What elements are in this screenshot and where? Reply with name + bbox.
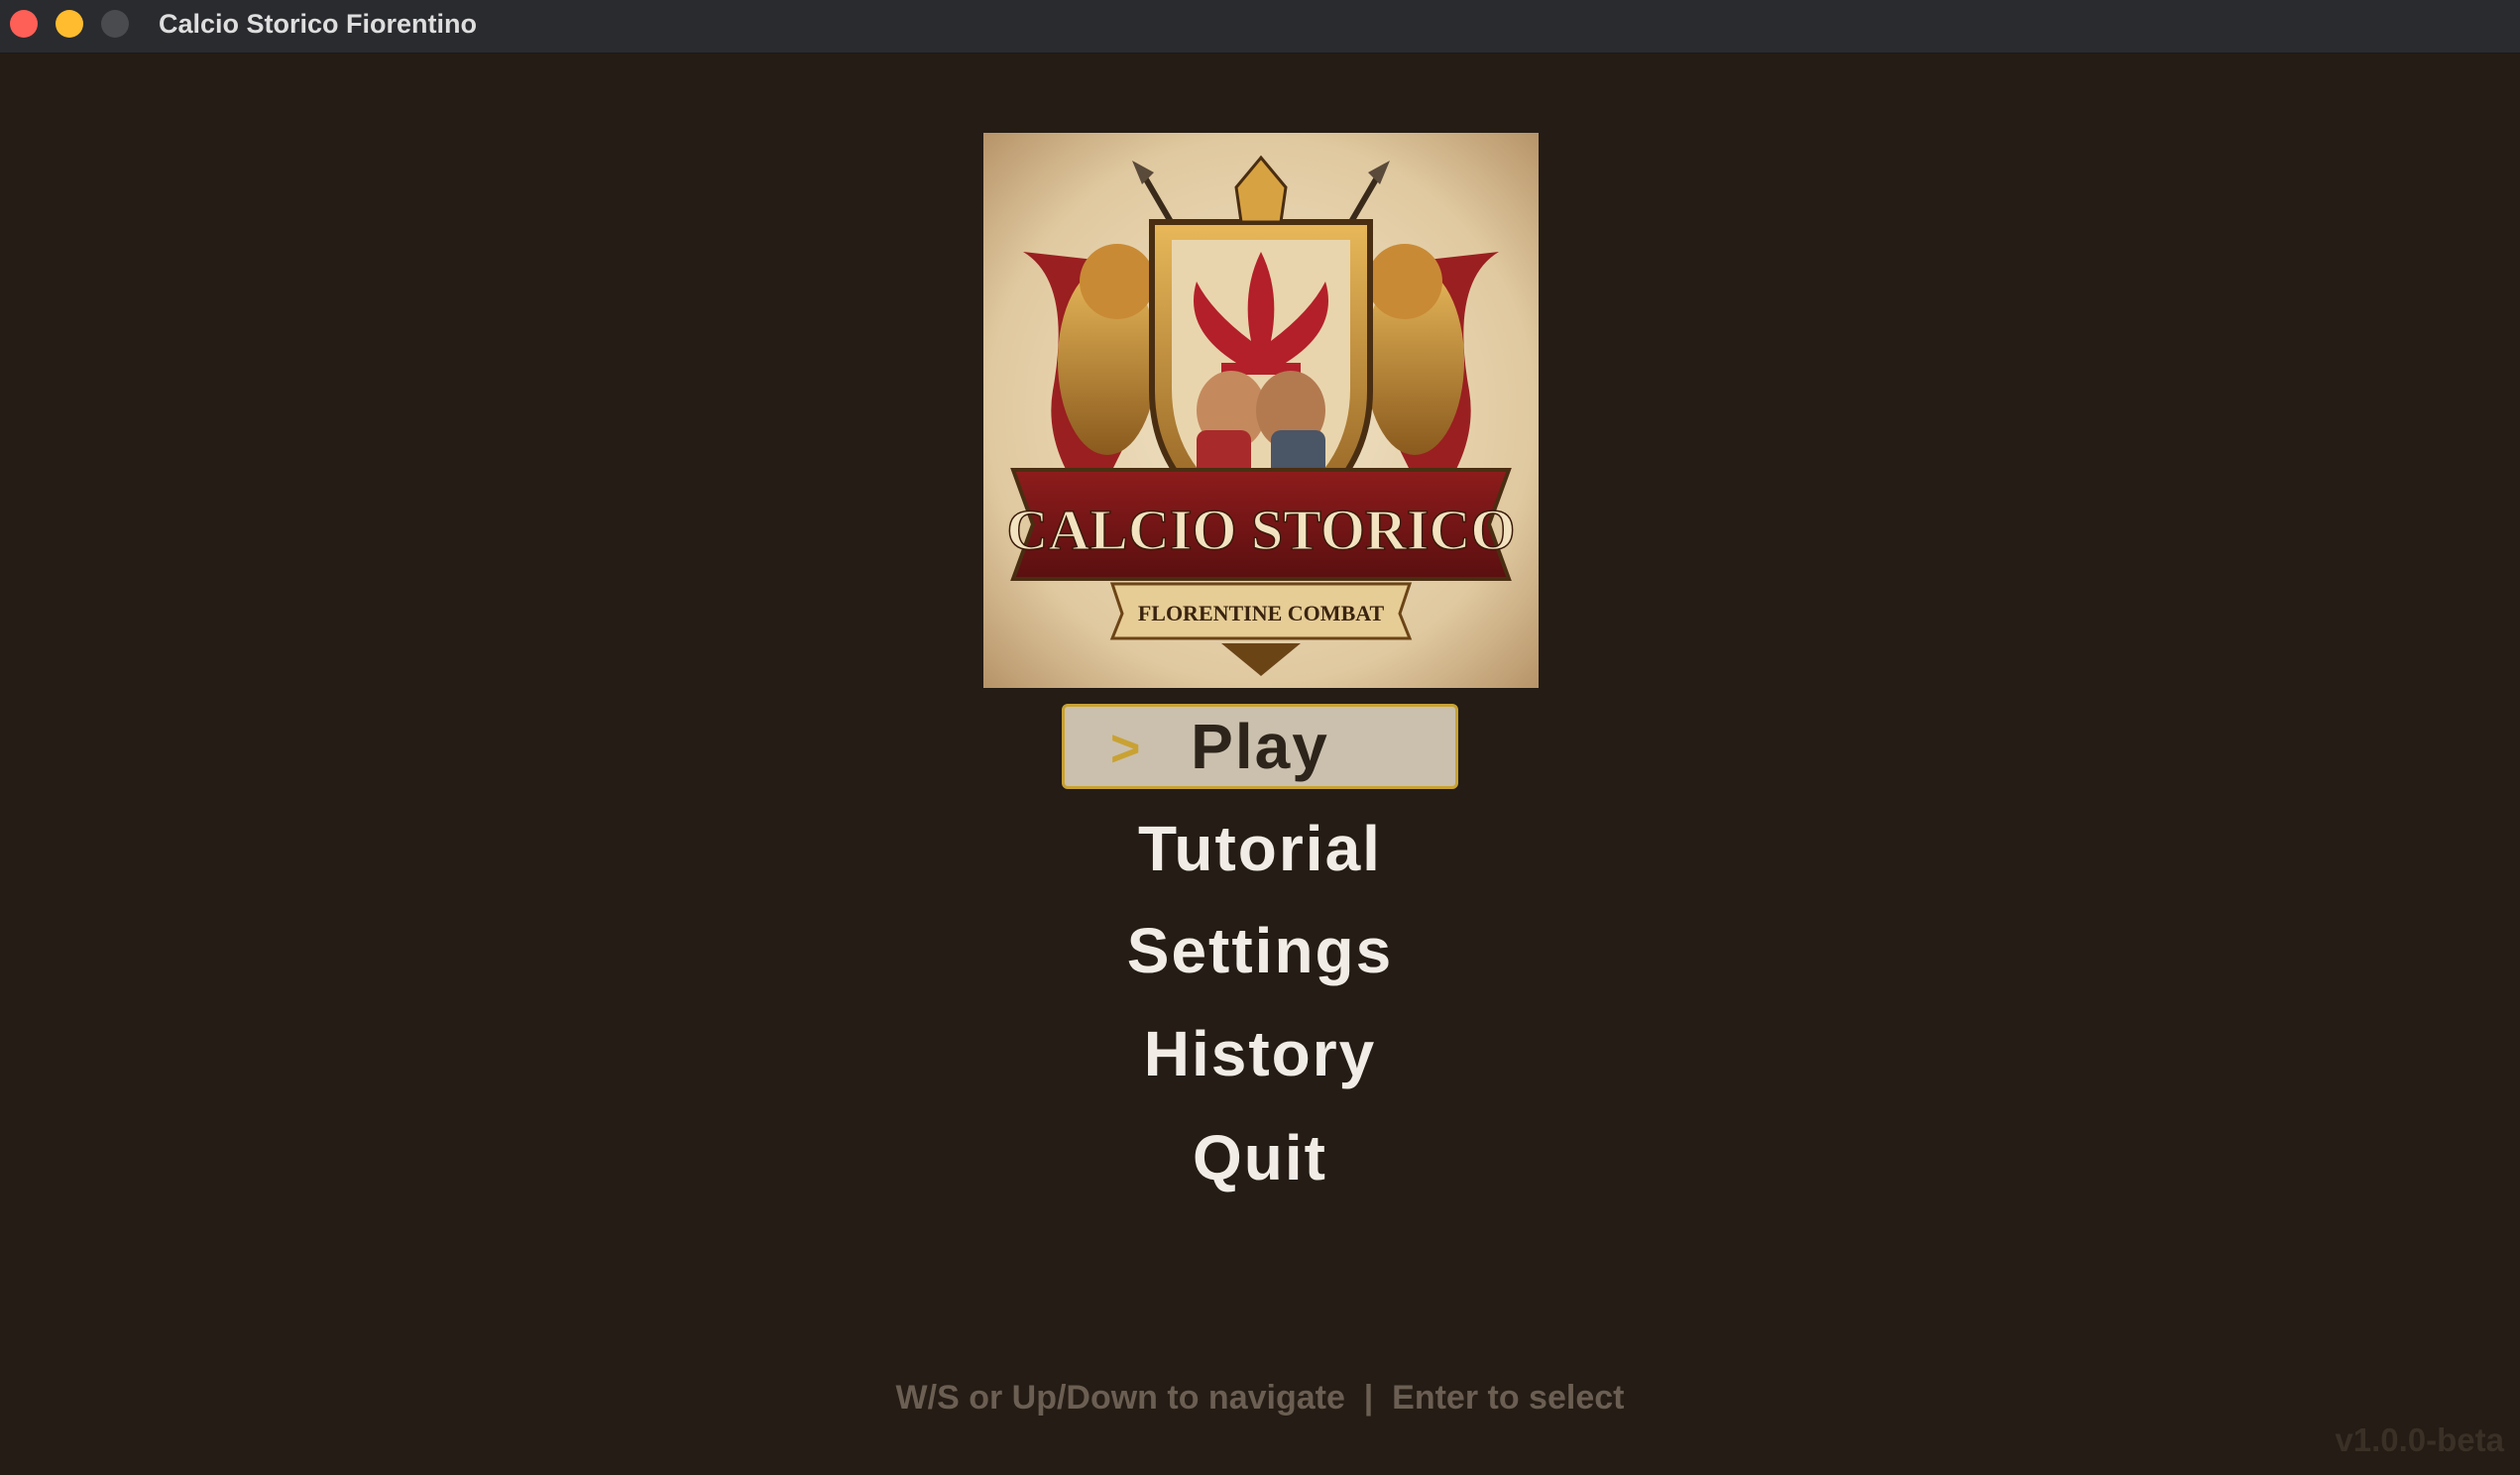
menu-item-label: History (1143, 1018, 1377, 1089)
menu-item-label: Quit (1193, 1122, 1327, 1193)
version-label: v1.0.0-beta (2335, 1421, 2504, 1458)
window-title: Calcio Storico Fiorentino (159, 9, 478, 39)
menu-item-play[interactable]: > Play (1062, 704, 1458, 789)
maximize-window-button[interactable] (101, 10, 129, 38)
menu-item-label: Play (1191, 711, 1329, 782)
menu-item-tutorial[interactable]: Tutorial (1062, 806, 1458, 891)
menu-item-settings[interactable]: Settings (1062, 908, 1458, 993)
game-window: Calcio Storico Fiorentino CALCIO STORICO… (0, 0, 2520, 1475)
menu-item-quit[interactable]: Quit (1062, 1115, 1458, 1200)
window-titlebar: Calcio Storico Fiorentino (0, 0, 2520, 54)
menu-item-label: Tutorial (1138, 813, 1382, 884)
logo-title: CALCIO STORICO (1007, 498, 1516, 562)
close-window-button[interactable] (10, 10, 38, 38)
game-logo-image: CALCIO STORICO FLORENTINE COMBAT (983, 133, 1539, 688)
minimize-window-button[interactable] (56, 10, 83, 38)
controls-hint: W/S or Up/Down to navigate | Enter to se… (895, 1379, 1625, 1417)
menu-item-label: Settings (1126, 915, 1394, 986)
selection-caret-icon: > (1110, 720, 1143, 778)
menu-item-history[interactable]: History (1062, 1011, 1458, 1096)
logo-subtitle: FLORENTINE COMBAT (1138, 601, 1385, 625)
